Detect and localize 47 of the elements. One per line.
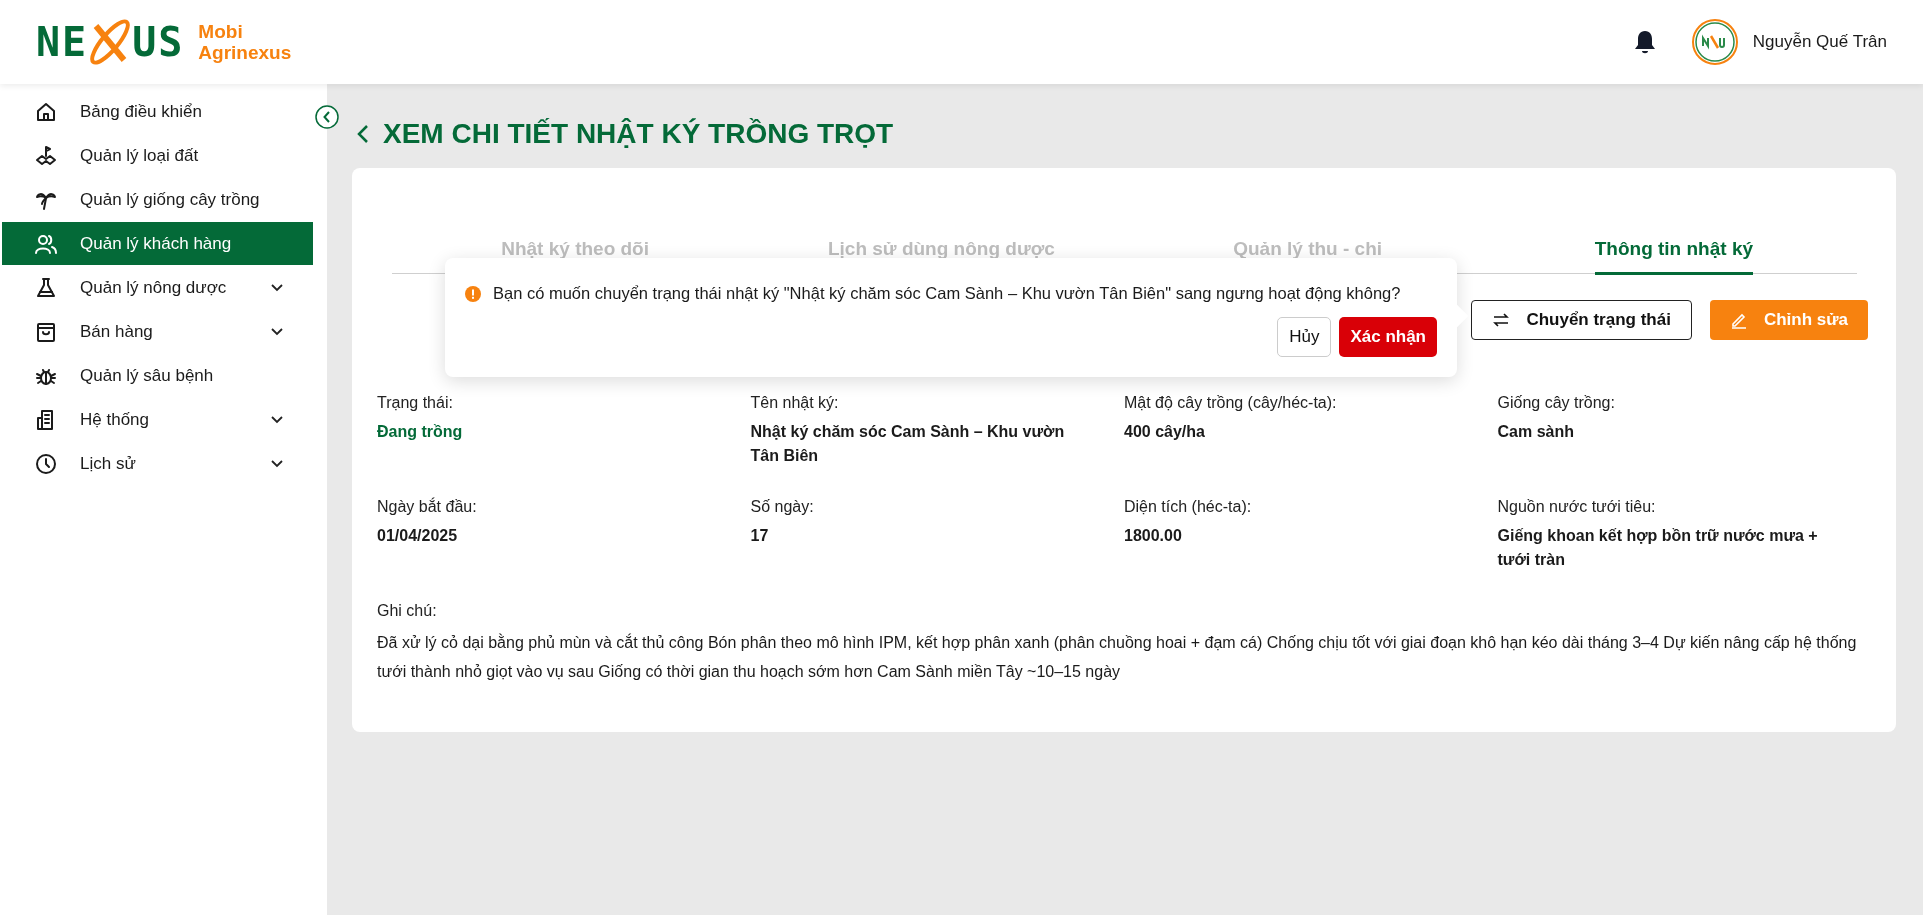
tab[interactable]: Thông tin nhật ký bbox=[1594, 230, 1754, 275]
change-status-button[interactable]: Chuyển trạng thái bbox=[1471, 300, 1692, 340]
field-label: Diện tích (héc-ta): bbox=[1124, 498, 1253, 516]
confirm-message: Bạn có muốn chuyển trạng thái nhật ký "Nhật ký chăm sóc Cam Sành – Khu vườn Tân Biên" sang ngưng hoạt động không? bbox=[493, 284, 1401, 303]
pencil-icon bbox=[1729, 311, 1748, 329]
field-label: Ngày bắt đầu: bbox=[377, 498, 478, 516]
confirm-button[interactable]: Xác nhận bbox=[1339, 317, 1437, 357]
user-name[interactable]: Nguyễn Quế Trân bbox=[1752, 32, 1887, 52]
field-label: Giống cây trồng: bbox=[1497, 394, 1616, 412]
sidebar-item[interactable]: Quản lý sâu bệnh bbox=[2, 354, 313, 397]
note-text: Đã xử lý cỏ dại bằng phủ mùn và cắt thủ công Bón phân theo mô hình IPM, kết hợp phân xanh (phân chuồng hoai + đạm cá) Chống chịu tốt với giai đoạn khô hạn kéo dài tháng 3–4 Dự kiến nâng cấp hệ thống tưới thành nhỏ giọt vào vụ sau Giống có thời gian thu hoạch sớm hơn Cam Sành miền Tây ~10–15 ngày bbox=[377, 632, 1858, 682]
note-label: Ghi chú: bbox=[377, 602, 438, 620]
swap-arrows-icon bbox=[1492, 311, 1511, 329]
field-label: Số ngày: bbox=[750, 498, 815, 516]
sidebar-item[interactable]: Bảng điều khiển bbox=[2, 90, 313, 133]
back-icon[interactable] bbox=[357, 124, 369, 144]
field-value: Cam sành bbox=[1497, 422, 1575, 442]
collapse-sidebar-icon[interactable] bbox=[315, 105, 339, 129]
sidebar-item[interactable]: Lịch sử bbox=[2, 442, 313, 485]
field-value: Giếng khoan kết hợp bồn trữ nước mưa + tưới tràn bbox=[1497, 526, 1819, 570]
field-value: 1800.00 bbox=[1124, 526, 1183, 546]
field-value: 01/04/2025 bbox=[377, 526, 459, 546]
avatar[interactable] bbox=[1690, 18, 1739, 66]
land-icon bbox=[34, 143, 58, 168]
field-value: Nhật ký chăm sóc Cam Sành – Khu vườn Tân Biên bbox=[750, 422, 1066, 466]
page-title: XEM CHI TIẾT NHẬT KÝ TRỒNG TRỌT bbox=[383, 118, 894, 150]
brand-name: Mobi Agrinexus bbox=[198, 21, 292, 63]
field-label: Nguồn nước tưới tiêu: bbox=[1497, 498, 1657, 516]
warning-icon bbox=[465, 285, 481, 302]
field-label: Trạng thái: bbox=[377, 394, 454, 412]
logo-text: US bbox=[132, 19, 185, 65]
sidebar-item[interactable]: Quản lý loại đất bbox=[2, 134, 313, 177]
sidebar-item[interactable]: Bán hàng bbox=[2, 310, 313, 353]
field-label: Tên nhật ký: bbox=[750, 394, 840, 412]
flask-icon bbox=[34, 275, 58, 300]
field-value: 17 bbox=[750, 526, 770, 546]
field-label: Mật độ cây trồng (cây/héc-ta): bbox=[1124, 394, 1338, 412]
bell-icon[interactable] bbox=[1632, 29, 1657, 55]
sidebar-item[interactable]: Hệ thống bbox=[2, 398, 313, 441]
sidebar-item[interactable]: Quản lý khách hàng bbox=[2, 222, 313, 265]
sidebar-item[interactable]: Quản lý nông dược bbox=[2, 266, 313, 309]
logo-text: NE bbox=[36, 19, 89, 65]
clock-icon bbox=[34, 451, 58, 476]
sidebar-item[interactable]: Quản lý giống cây trồng bbox=[2, 178, 313, 221]
field-value: Đang trồng bbox=[377, 422, 464, 442]
cancel-button[interactable]: Hủy bbox=[1277, 317, 1332, 357]
field-value: 400 cây/ha bbox=[1124, 422, 1206, 442]
